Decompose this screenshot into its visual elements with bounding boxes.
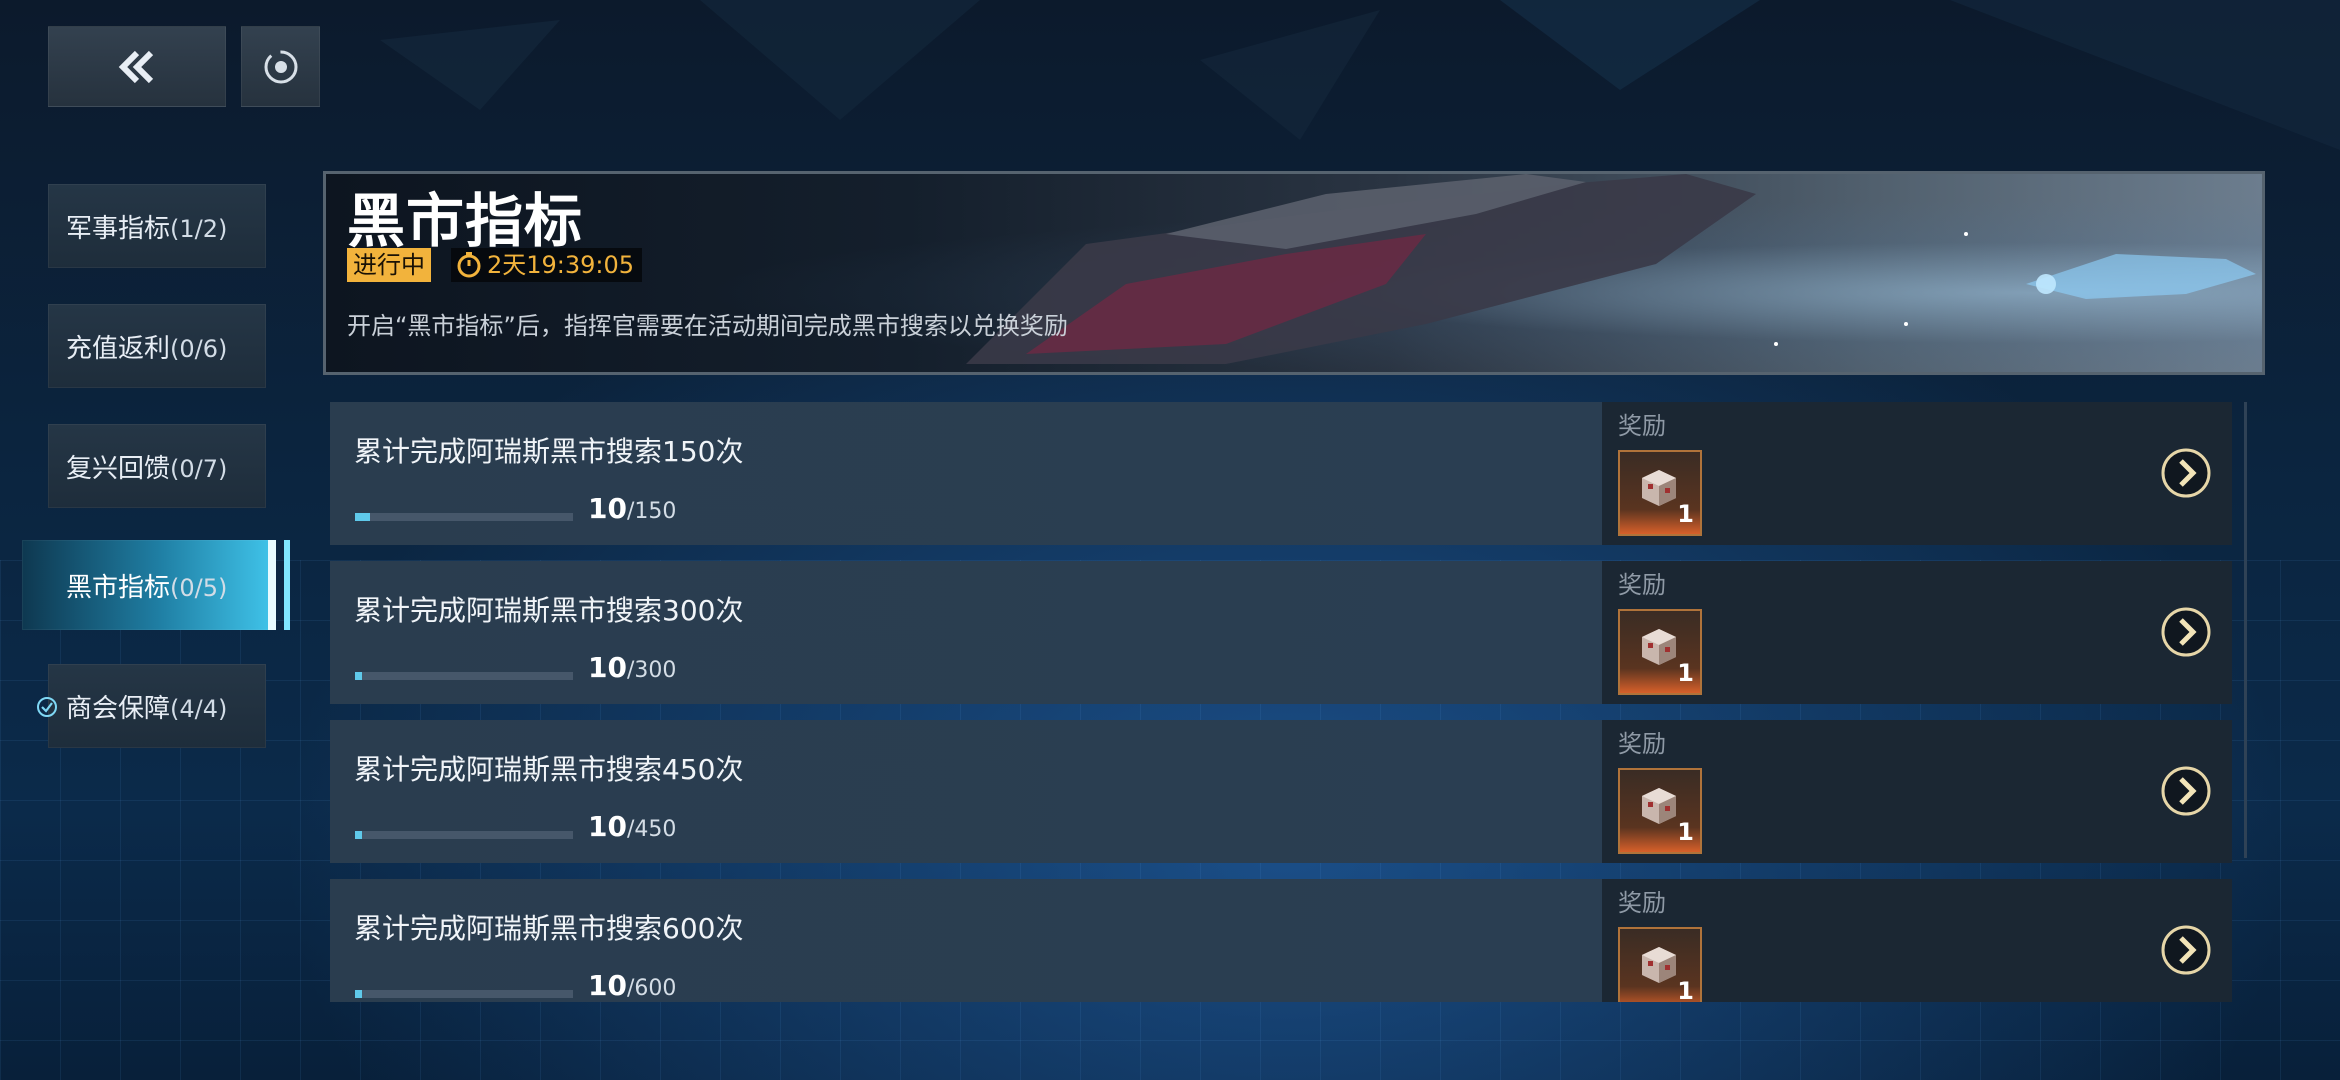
task-row: 累计完成阿瑞斯黑市搜索150次 10/150 奖励 1	[330, 402, 2232, 545]
active-indicator	[268, 540, 276, 630]
task-reward-panel: 奖励 1	[1602, 402, 2232, 545]
supply-box-icon	[1642, 629, 1676, 665]
sidebar-item-recharge-rebate[interactable]: 充值返利(0/6)	[48, 304, 266, 388]
chevron-right-circle-icon[interactable]	[2160, 924, 2212, 976]
reward-item[interactable]: 1	[1618, 768, 1702, 854]
progress-text: 10/450	[588, 810, 677, 843]
sidebar-item-revival-feedback[interactable]: 复兴回馈(0/7)	[48, 424, 266, 508]
chevron-right-circle-icon[interactable]	[2160, 606, 2212, 658]
sidebar-item-chamber-guarantee[interactable]: 商会保障(4/4)	[37, 664, 266, 748]
task-info: 累计完成阿瑞斯黑市搜索600次 10/600	[330, 879, 1602, 1002]
reward-quantity: 1	[1677, 500, 1694, 528]
supply-box-icon	[1642, 470, 1676, 506]
chevron-right-circle-icon[interactable]	[2160, 765, 2212, 817]
task-reward-panel: 奖励 1	[1602, 561, 2232, 704]
supply-box-icon	[1642, 788, 1676, 824]
double-chevron-left-icon	[118, 50, 154, 83]
task-reward-panel: 奖励 1	[1602, 879, 2232, 1002]
sidebar-item-label: 黑市指标(0/5)	[66, 572, 228, 603]
reward-item[interactable]: 1	[1618, 450, 1702, 536]
sidebar-item-label: 充值返利(0/6)	[66, 333, 228, 364]
list-scrollbar[interactable]	[2244, 402, 2247, 858]
countdown-timer: 2天19:39:05	[451, 248, 643, 282]
back-button[interactable]	[48, 26, 226, 107]
event-description: 开启“黑市指标”后，指挥官需要在活动期间完成黑市搜索以兑换奖励	[347, 312, 1068, 340]
sidebar-item-military-index[interactable]: 军事指标(1/2)	[48, 184, 266, 268]
progress-bar	[355, 831, 573, 839]
progress-text: 10/300	[588, 651, 677, 684]
reward-label: 奖励	[1618, 571, 1666, 599]
reward-label: 奖励	[1618, 889, 1666, 917]
task-title: 累计完成阿瑞斯黑市搜索150次	[354, 435, 744, 468]
reward-quantity: 1	[1677, 818, 1694, 846]
chevron-right-circle-icon[interactable]	[2160, 447, 2212, 499]
reward-item[interactable]: 1	[1618, 927, 1702, 1002]
task-row: 累计完成阿瑞斯黑市搜索300次 10/300 奖励 1	[330, 561, 2232, 704]
reward-label: 奖励	[1618, 412, 1666, 440]
task-title: 累计完成阿瑞斯黑市搜索600次	[354, 912, 744, 945]
countdown-text: 2天19:39:05	[487, 251, 635, 279]
progress-bar	[355, 513, 573, 521]
progress-fill	[355, 672, 363, 680]
task-title: 累计完成阿瑞斯黑市搜索450次	[354, 753, 744, 786]
progress-fill	[355, 990, 362, 998]
refresh-icon	[264, 50, 297, 83]
reward-quantity: 1	[1677, 659, 1694, 687]
task-title: 累计完成阿瑞斯黑市搜索300次	[354, 594, 744, 627]
event-banner: 黑市指标 进行中 2天19:39:05 开启“黑市指标”后，指挥官需要在活动期间…	[323, 171, 2265, 375]
sidebar-item-black-market-index[interactable]: 黑市指标(0/5)	[22, 540, 290, 630]
stopwatch-icon	[457, 252, 481, 278]
progress-bar	[355, 990, 573, 998]
active-indicator-glow	[284, 540, 290, 630]
progress-text: 10/150	[588, 492, 677, 525]
task-reward-panel: 奖励 1	[1602, 720, 2232, 863]
sidebar-item-label: 军事指标(1/2)	[66, 213, 228, 244]
progress-fill	[355, 513, 370, 521]
sidebar-item-label: 复兴回馈(0/7)	[66, 453, 228, 484]
refresh-button[interactable]	[241, 26, 320, 107]
task-info: 累计完成阿瑞斯黑市搜索150次 10/150	[330, 402, 1602, 545]
event-title: 黑市指标	[347, 187, 584, 255]
supply-box-icon	[1642, 947, 1676, 983]
task-info: 累计完成阿瑞斯黑市搜索300次 10/300	[330, 561, 1602, 704]
status-badge: 进行中	[347, 248, 431, 282]
task-row: 累计完成阿瑞斯黑市搜索450次 10/450 奖励 1	[330, 720, 2232, 863]
task-info: 累计完成阿瑞斯黑市搜索450次 10/450	[330, 720, 1602, 863]
reward-item[interactable]: 1	[1618, 609, 1702, 695]
task-row: 累计完成阿瑞斯黑市搜索600次 10/600 奖励 1	[330, 879, 2232, 1002]
reward-quantity: 1	[1677, 977, 1694, 1002]
check-circle-icon	[37, 697, 57, 717]
progress-bar	[355, 672, 573, 680]
progress-text: 10/600	[588, 969, 677, 1002]
reward-label: 奖励	[1618, 730, 1666, 758]
progress-fill	[355, 831, 362, 839]
sidebar-item-label: 商会保障(4/4)	[66, 693, 228, 724]
